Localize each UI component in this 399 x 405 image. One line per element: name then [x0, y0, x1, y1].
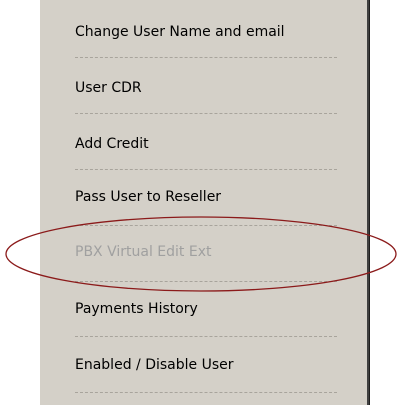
menu-separator [75, 169, 337, 170]
menu-separator [75, 57, 337, 58]
menu-item-add-credit[interactable]: Add Credit [75, 133, 337, 155]
context-menu: Change User Name and email User CDR Add … [39, 0, 367, 405]
menu-item-user-cdr[interactable]: User CDR [75, 77, 337, 99]
menu-item-enable-disable-user[interactable]: Enabled / Disable User [75, 354, 337, 376]
menu-separator [75, 225, 337, 226]
menu-shadow [367, 0, 372, 405]
menu-item-pbx-virtual-edit-ext: PBX Virtual Edit Ext [75, 244, 212, 260]
menu-separator [75, 336, 337, 337]
menu-item-payments-history[interactable]: Payments History [75, 298, 337, 320]
context-menu-screenshot: Change User Name and email User CDR Add … [0, 0, 399, 405]
menu-separator [75, 113, 337, 114]
menu-item-change-user-name-email[interactable]: Change User Name and email [75, 21, 337, 43]
menu-separator [75, 281, 337, 282]
menu-item-pass-user-to-reseller[interactable]: Pass User to Reseller [75, 186, 337, 208]
menu-separator [75, 392, 337, 393]
